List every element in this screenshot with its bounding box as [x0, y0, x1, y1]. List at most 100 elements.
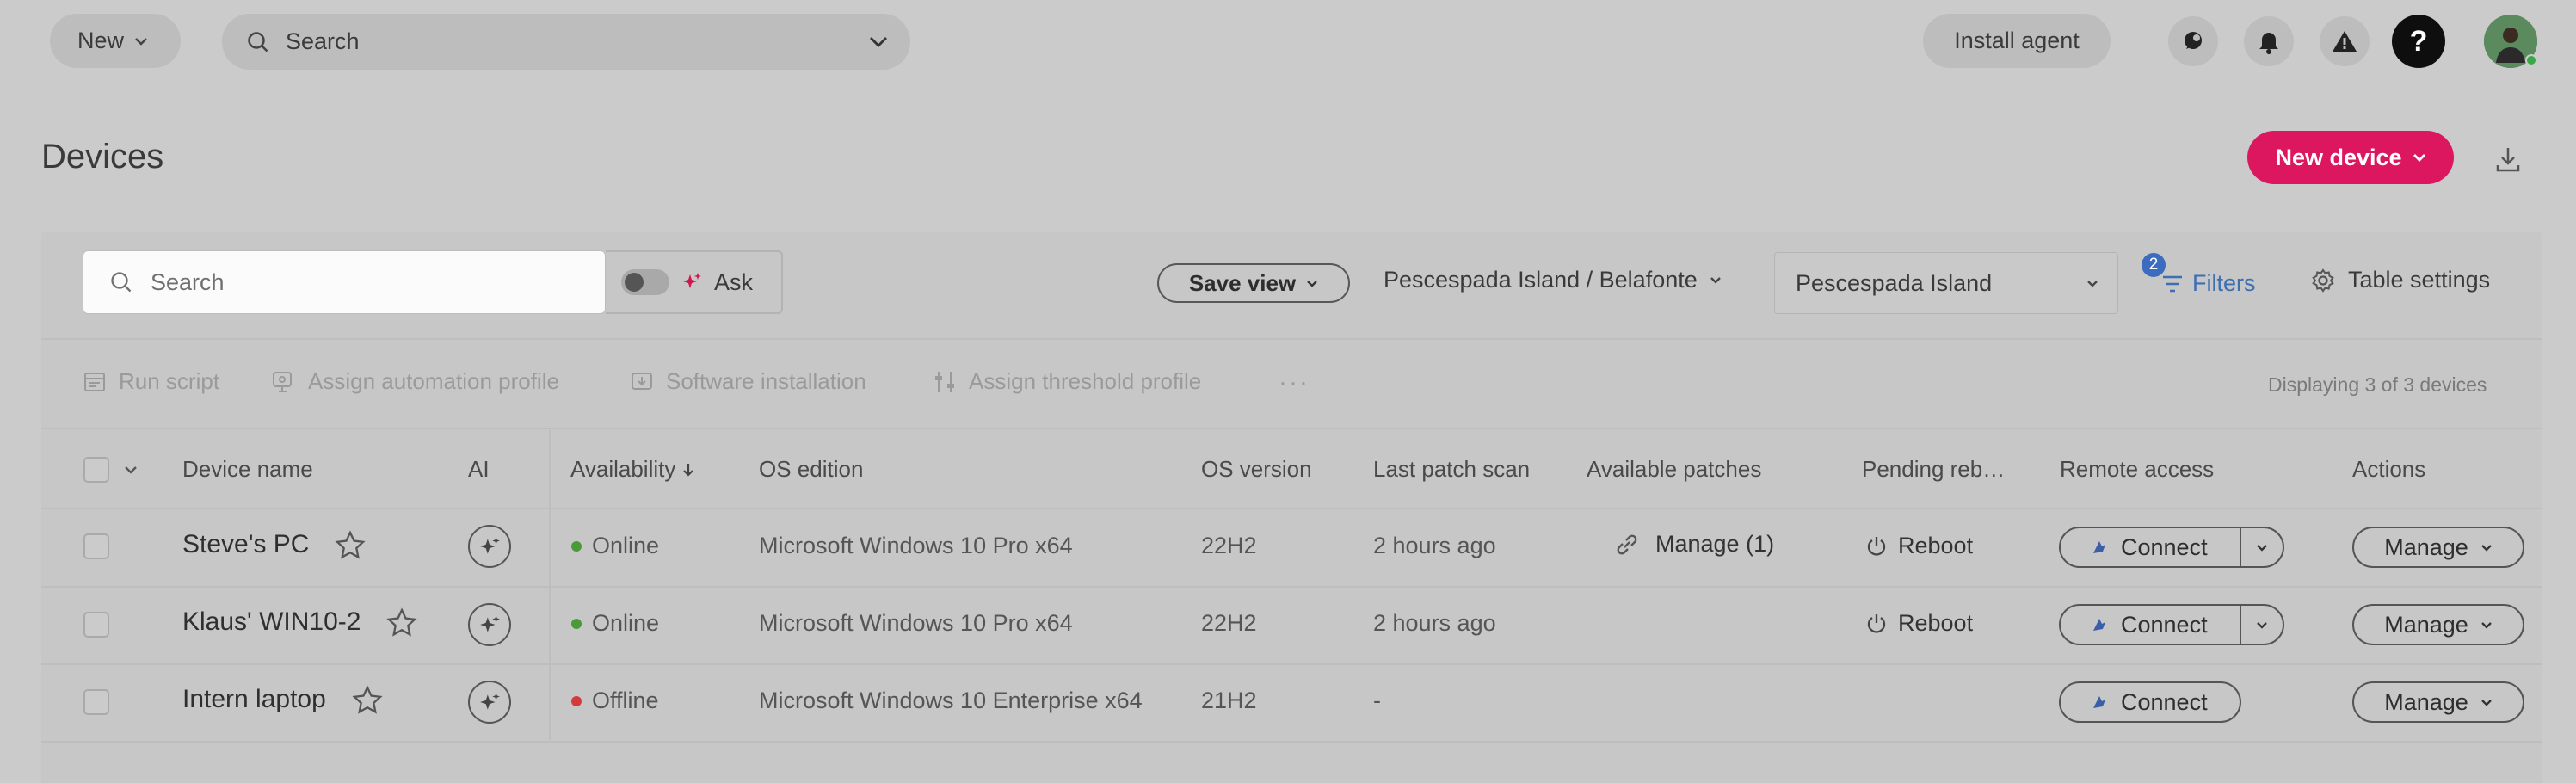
- chevron-down-icon: [2086, 280, 2098, 287]
- connect-label: Connect: [2121, 533, 2208, 560]
- filters-label: Filters: [2192, 270, 2256, 296]
- manage-button[interactable]: Manage: [2352, 681, 2524, 723]
- star-icon[interactable]: [386, 607, 418, 637]
- header-pending-reboot[interactable]: Pending reb…: [1862, 456, 2005, 483]
- warning-icon[interactable]: [2320, 16, 2370, 66]
- script-icon: [83, 370, 107, 394]
- star-icon[interactable]: [352, 685, 383, 714]
- header-remote-access[interactable]: Remote access: [2060, 456, 2214, 483]
- software-install-label: Software installation: [666, 368, 866, 394]
- connect-button[interactable]: Connect: [2061, 534, 2208, 561]
- filters-button[interactable]: Filters: [2142, 255, 2256, 297]
- ai-sparkle-button[interactable]: [468, 525, 511, 568]
- location-select-value: Pescespada Island: [1796, 269, 1993, 296]
- assign-threshold-action[interactable]: Assign threshold profile: [933, 368, 1201, 395]
- column-divider: [549, 430, 551, 740]
- assign-automation-action[interactable]: Assign automation profile: [270, 368, 559, 395]
- arrow-down-icon: [682, 462, 694, 478]
- header-availability[interactable]: Availability: [570, 456, 694, 483]
- automation-icon: [270, 370, 296, 394]
- header-last-patch-scan[interactable]: Last patch scan: [1373, 456, 1530, 483]
- bell-icon[interactable]: [2244, 16, 2294, 66]
- install-icon: [630, 370, 654, 394]
- os-version: 22H2: [1201, 610, 1257, 636]
- chat-icon[interactable]: [2168, 16, 2218, 66]
- connect-options-button[interactable]: [2240, 528, 2283, 566]
- download-icon[interactable]: [2493, 145, 2523, 174]
- row-checkbox[interactable]: [83, 689, 109, 715]
- save-view-button[interactable]: Save view: [1157, 263, 1350, 303]
- divider: [41, 663, 2542, 665]
- ask-button[interactable]: Ask: [714, 269, 753, 296]
- connect-button-content: Connect: [2061, 689, 2208, 716]
- page-title: Devices: [41, 138, 164, 176]
- reboot-label: Reboot: [1898, 610, 1974, 636]
- avatar[interactable]: [2484, 15, 2537, 68]
- select-all-checkbox[interactable]: [83, 457, 109, 483]
- manage-label: Manage: [2384, 533, 2468, 560]
- location-path: Pescespada Island / Belafonte: [1384, 267, 1698, 293]
- availability-status: Online: [592, 610, 660, 636]
- divider: [41, 741, 2542, 743]
- header-available-patches[interactable]: Available patches: [1587, 456, 1761, 483]
- ai-sparkle-button[interactable]: [468, 603, 511, 646]
- manage-button[interactable]: Manage: [2352, 604, 2524, 645]
- new-button[interactable]: New: [50, 14, 181, 68]
- link-icon: [1614, 532, 1640, 558]
- availability-status: Online: [592, 533, 660, 558]
- header-actions: Actions: [2352, 456, 2426, 482]
- manage-label: Manage: [2384, 611, 2468, 638]
- remote-connect-icon: [2090, 693, 2109, 712]
- reboot-button[interactable]: Reboot: [1865, 610, 1973, 637]
- os-edition: Microsoft Windows 10 Pro x64: [759, 610, 1073, 636]
- connect-button[interactable]: Connect: [2059, 681, 2241, 723]
- new-device-button[interactable]: New device: [2247, 131, 2454, 184]
- more-actions-button[interactable]: ···: [1279, 368, 1310, 398]
- global-search-label: Search: [286, 28, 360, 54]
- device-name: Intern laptop: [182, 685, 326, 713]
- reboot-button[interactable]: Reboot: [1865, 533, 1973, 559]
- device-name-cell[interactable]: Steve's PC: [182, 530, 367, 559]
- location-select[interactable]: Pescespada Island: [1774, 252, 2118, 314]
- reboot-label: Reboot: [1898, 533, 1974, 558]
- connect-split-button: Connect: [2059, 527, 2284, 568]
- row-checkbox[interactable]: [83, 612, 109, 638]
- header-ai[interactable]: AI: [468, 456, 490, 483]
- manage-patches-link[interactable]: Manage (1): [1614, 531, 1774, 558]
- assign-automation-label: Assign automation profile: [308, 368, 559, 394]
- search-icon: [246, 30, 270, 54]
- device-name-cell[interactable]: Klaus' WIN10-2: [182, 607, 418, 637]
- connect-button[interactable]: Connect: [2061, 612, 2208, 638]
- divider: [41, 428, 2542, 429]
- search-icon: [109, 270, 133, 294]
- location-breadcrumb[interactable]: Pescespada Island / Belafonte: [1384, 267, 1722, 293]
- help-button[interactable]: ?: [2392, 15, 2445, 68]
- global-search[interactable]: Search: [222, 14, 910, 70]
- chevron-down-icon[interactable]: [124, 465, 138, 474]
- manage-button[interactable]: Manage: [2352, 527, 2524, 568]
- header-os-version[interactable]: OS version: [1201, 456, 1312, 483]
- ai-sparkle-button[interactable]: [468, 681, 511, 724]
- availability-cell: Online: [571, 610, 659, 637]
- run-script-action[interactable]: Run script: [83, 368, 219, 395]
- chevron-down-icon[interactable]: [869, 36, 888, 48]
- os-version: 22H2: [1201, 533, 1257, 558]
- table-search-input[interactable]: Search: [83, 250, 606, 314]
- last-patch-scan: -: [1373, 687, 1381, 713]
- install-agent-button[interactable]: Install agent: [1923, 14, 2111, 68]
- connect-options-button[interactable]: [2240, 606, 2283, 644]
- chevron-down-icon: [2413, 153, 2426, 162]
- divider: [41, 338, 2542, 340]
- table-settings-button[interactable]: Table settings: [2310, 267, 2490, 293]
- star-icon[interactable]: [335, 530, 367, 559]
- os-version: 21H2: [1201, 687, 1257, 713]
- availability-status: Offline: [592, 687, 659, 713]
- ai-search-toggle[interactable]: [621, 269, 669, 295]
- new-button-label: New: [77, 28, 125, 53]
- software-install-action[interactable]: Software installation: [630, 368, 866, 395]
- remote-connect-icon: [2090, 615, 2109, 634]
- header-device-name[interactable]: Device name: [182, 456, 313, 483]
- header-os-edition[interactable]: OS edition: [759, 456, 863, 483]
- device-name-cell[interactable]: Intern laptop: [182, 685, 383, 714]
- row-checkbox[interactable]: [83, 533, 109, 559]
